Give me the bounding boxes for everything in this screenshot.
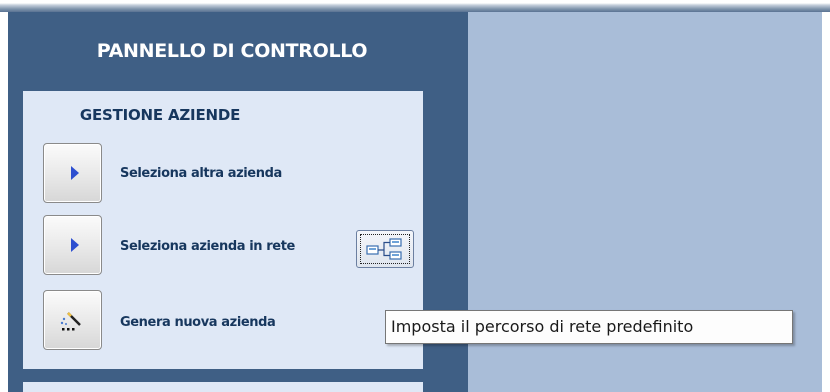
select-other-company-label: Seleziona altra azienda bbox=[120, 166, 282, 181]
network-path-icon bbox=[366, 238, 402, 260]
create-new-company-label: Genera nuova azienda bbox=[120, 315, 276, 330]
magic-wand-icon bbox=[60, 312, 81, 331]
focus-rectangle bbox=[360, 234, 410, 264]
window-right-edge bbox=[822, 12, 830, 392]
select-network-company-button[interactable] bbox=[43, 215, 102, 275]
select-other-company-button[interactable] bbox=[43, 143, 102, 203]
panel-title: PANNELLO DI CONTROLLO bbox=[96, 40, 368, 62]
select-network-company-label: Seleziona azienda in rete bbox=[120, 239, 295, 254]
window-top-border bbox=[0, 0, 830, 12]
create-new-company-button[interactable] bbox=[43, 290, 102, 350]
next-section-box bbox=[23, 382, 423, 392]
network-path-button[interactable] bbox=[356, 230, 414, 268]
play-arrow-icon bbox=[70, 238, 79, 252]
play-arrow-icon bbox=[70, 166, 79, 180]
tooltip: Imposta il percorso di rete predefinito bbox=[385, 310, 793, 344]
section-title: GESTIONE AZIENDE bbox=[79, 106, 241, 124]
